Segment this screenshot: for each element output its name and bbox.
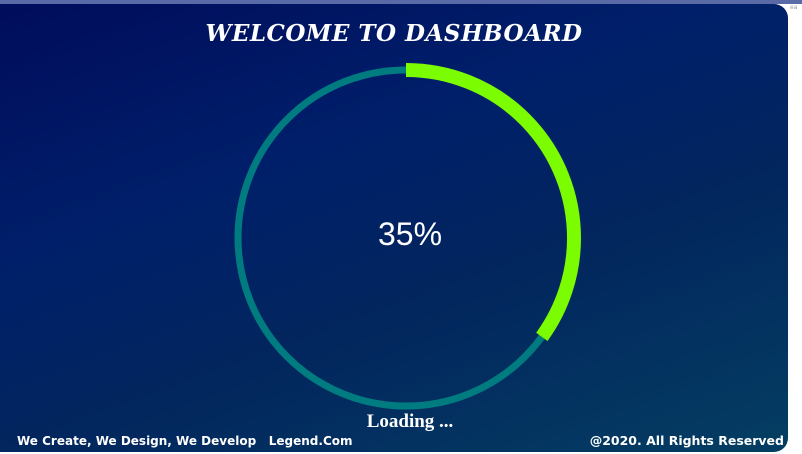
loading-text: Loading ... [366,411,454,432]
footer-brand-link[interactable]: Legend.Com [269,434,353,448]
footer-copyright: @2020. All Rights Reserved [589,433,784,448]
progress-percent: 35% [377,216,443,252]
dashboard-panel: WELCOME TO DASHBOARD 35% Loading ... We … [0,4,788,452]
app-window: WELCOME TO DASHBOARD 35% Loading ... We … [0,0,802,454]
page-title: WELCOME TO DASHBOARD [205,20,583,47]
window-right-edge [788,4,802,454]
footer-tagline: We Create, We Design, We Develop Legend.… [17,434,353,448]
clipped-edge-text: ea [790,4,798,11]
footer-tagline-text: We Create, We Design, We Develop [17,434,257,448]
